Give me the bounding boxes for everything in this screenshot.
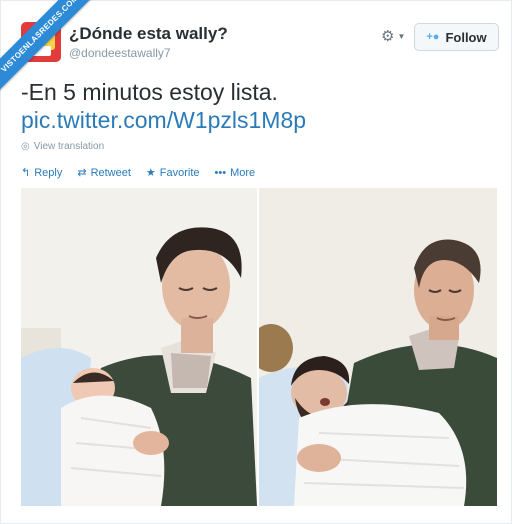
photo-right-illustration — [259, 188, 497, 506]
globe-icon: ◎ — [21, 141, 30, 152]
profile-name[interactable]: ¿Dónde esta wally? — [69, 24, 228, 44]
more-label: More — [230, 166, 256, 179]
retweet-button[interactable]: ⇄ Retweet — [77, 166, 131, 180]
star-icon: ★ — [145, 167, 156, 179]
photo-man-holding-baby[interactable] — [21, 188, 257, 506]
reply-icon: ↰ — [21, 167, 31, 179]
favorite-button[interactable]: ★ Favorite — [145, 166, 200, 180]
tweet-actions: ↰ Reply ⇄ Retweet ★ Favorite ••• More — [21, 166, 270, 180]
gear-icon: ⚙ — [381, 28, 395, 45]
reply-label: Reply — [34, 166, 63, 179]
reply-button[interactable]: ↰ Reply — [21, 166, 63, 180]
photo-left-illustration — [21, 188, 257, 506]
add-user-icon: +● — [426, 31, 440, 43]
follow-button[interactable]: +● Follow — [414, 23, 499, 51]
view-translation-label: View translation — [33, 141, 105, 152]
tweet-media-link[interactable]: pic.twitter.com/W1pzls1M8p — [21, 107, 306, 134]
retweet-icon: ⇄ — [77, 167, 87, 179]
chevron-down-icon: ▼ — [397, 31, 406, 41]
follow-label: Follow — [445, 29, 487, 45]
tweet-media[interactable] — [21, 188, 497, 506]
favorite-label: Favorite — [159, 166, 200, 179]
settings-menu[interactable]: ⚙ ▼ — [381, 27, 409, 45]
profile-handle[interactable]: @dondeestawally7 — [69, 46, 171, 60]
more-button[interactable]: ••• More — [215, 166, 256, 179]
view-translation-link[interactable]: ◎ View translation — [21, 141, 104, 152]
tweet-text: -En 5 minutos estoy lista. — [21, 79, 278, 105]
photo-man-holding-adult[interactable] — [259, 188, 497, 506]
more-icon: ••• — [214, 166, 227, 179]
retweet-label: Retweet — [90, 166, 131, 179]
tweet-card: VISTOENLASREDES.COM ¿Dónde esta wally? @… — [0, 0, 512, 524]
